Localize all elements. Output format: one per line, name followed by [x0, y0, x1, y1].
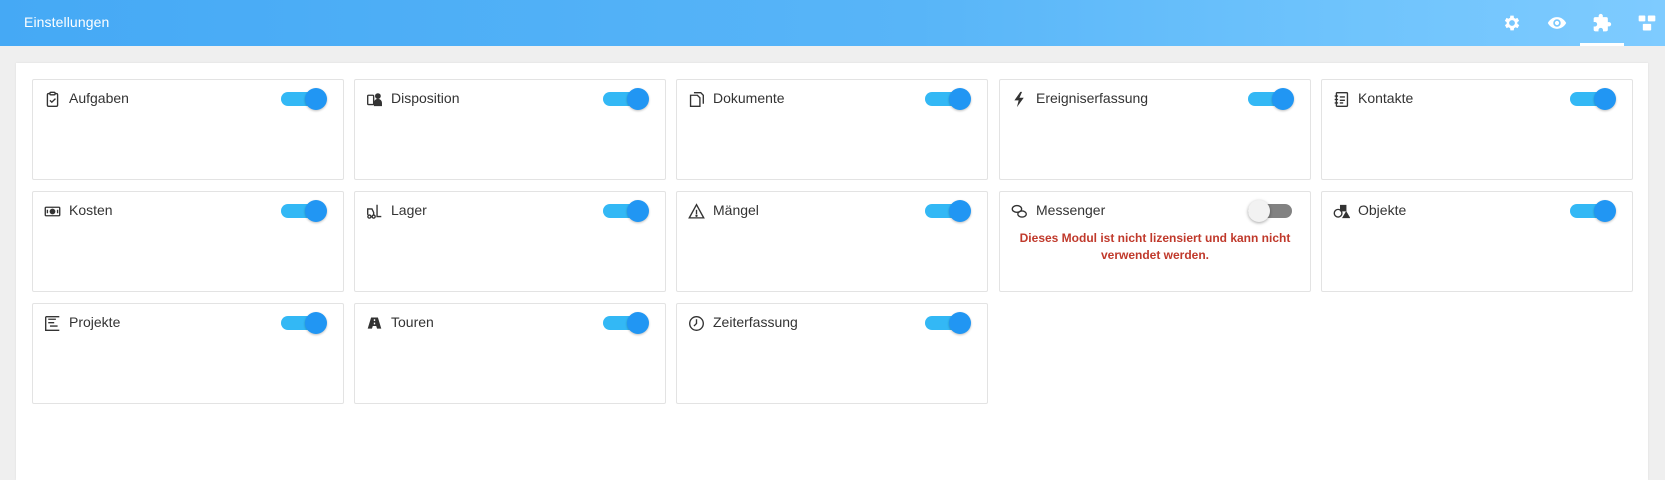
module-card-zeiterfassung: Zeiterfassung [676, 303, 988, 404]
page-title: Einstellungen [24, 14, 110, 30]
module-card-kontakte: Kontakte [1321, 79, 1633, 180]
module-card-messenger: Messenger Dieses Modul ist nicht lizensi… [999, 191, 1311, 292]
module-label: Touren [391, 314, 434, 330]
address-book-icon [1332, 90, 1350, 108]
module-card-objekte: Objekte [1321, 191, 1633, 292]
module-card-touren: Touren [354, 303, 666, 404]
module-label: Objekte [1358, 202, 1407, 218]
objects-icon [1332, 202, 1350, 220]
top-bar: Einstellungen [0, 0, 1665, 46]
module-label: Zeiterfassung [713, 314, 798, 330]
module-label: Lager [391, 202, 427, 218]
module-toggle[interactable] [603, 88, 649, 110]
module-label: Aufgaben [69, 90, 129, 106]
forklift-icon [365, 202, 383, 220]
module-card-maengel: Mängel [676, 191, 988, 292]
warning-icon [687, 202, 705, 220]
eye-icon[interactable] [1545, 11, 1569, 35]
license-notice: Dieses Modul ist nicht lizensiert und ka… [1019, 231, 1291, 262]
module-card-aufgaben: Aufgaben [32, 79, 344, 180]
module-toggle[interactable] [1570, 200, 1616, 222]
module-toggle[interactable] [1248, 88, 1294, 110]
road-icon [365, 314, 383, 332]
module-label: Mängel [713, 202, 759, 218]
module-label: Dokumente [713, 90, 785, 106]
module-card-lager: Lager [354, 191, 666, 292]
module-toggle[interactable] [925, 88, 971, 110]
clipboard-check-icon [43, 90, 61, 108]
module-card-dokumente: Dokumente [676, 79, 988, 180]
money-icon [43, 202, 61, 220]
module-label: Kontakte [1358, 90, 1414, 106]
module-card-projekte: Projekte [32, 303, 344, 404]
module-toggle[interactable] [281, 88, 327, 110]
module-toggle[interactable] [1570, 88, 1616, 110]
module-toggle[interactable] [281, 312, 327, 334]
documents-icon [687, 90, 705, 108]
module-toggle[interactable] [1248, 200, 1294, 222]
lightning-icon [1010, 90, 1028, 108]
clock-icon [687, 314, 705, 332]
module-label: Disposition [391, 90, 460, 106]
gear-icon[interactable] [1500, 11, 1524, 35]
dispatch-icon [365, 90, 383, 108]
module-label: Kosten [69, 202, 113, 218]
chat-icon [1010, 202, 1028, 220]
puzzle-icon[interactable] [1590, 11, 1614, 35]
modules-panel: Aufgaben Disposition Dokumente Ereignise… [16, 63, 1648, 480]
module-label: Ereigniserfassung [1036, 90, 1149, 106]
module-toggle[interactable] [925, 312, 971, 334]
active-tab-indicator [1580, 43, 1624, 46]
module-label: Projekte [69, 314, 121, 330]
modules-icon[interactable] [1635, 11, 1659, 35]
project-icon [43, 314, 61, 332]
module-label: Messenger [1036, 202, 1106, 218]
module-card-ereigniserfassung: Ereigniserfassung [999, 79, 1311, 180]
module-card-kosten: Kosten [32, 191, 344, 292]
module-toggle[interactable] [603, 200, 649, 222]
module-card-disposition: Disposition [354, 79, 666, 180]
module-toggle[interactable] [281, 200, 327, 222]
module-toggle[interactable] [603, 312, 649, 334]
module-toggle[interactable] [925, 200, 971, 222]
